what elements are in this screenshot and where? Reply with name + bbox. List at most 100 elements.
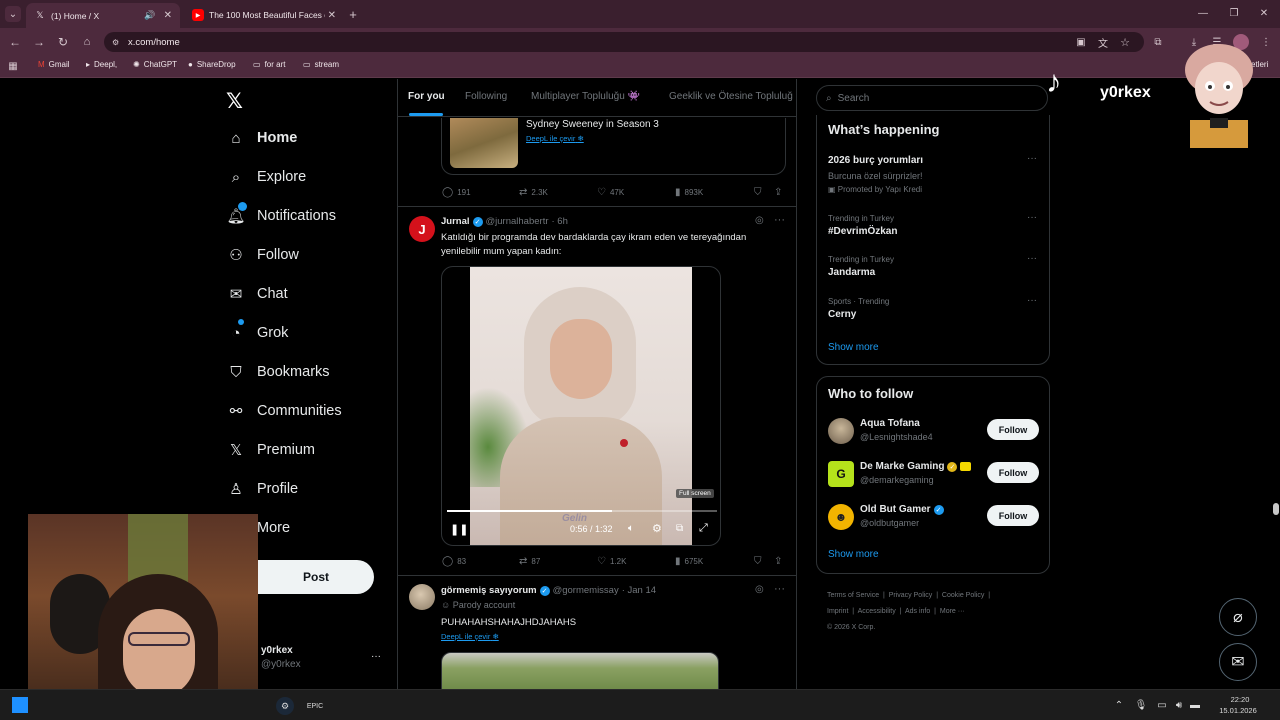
user-avatar[interactable] xyxy=(828,418,854,444)
page-scrollbar[interactable] xyxy=(1272,79,1280,689)
show-more-link[interactable]: Show more xyxy=(828,342,879,353)
footer-link[interactable]: Ads info xyxy=(905,608,930,615)
nav-chat[interactable]: ✉ Chat xyxy=(226,284,288,304)
new-tab-icon[interactable]: + xyxy=(346,6,360,22)
user-name[interactable]: Old But Gamer ✓ xyxy=(860,504,944,515)
bookmark-gmail[interactable]: M Gmail xyxy=(38,60,70,69)
post-time[interactable]: · Jan 14 xyxy=(622,585,656,596)
tab-x-home[interactable]: 𝕏 (1) Home / X 🔊 ✕ xyxy=(26,3,180,28)
tab-geeklik[interactable]: Geeklik ve Ötesine Topluluğ xyxy=(669,91,793,102)
nav-home[interactable]: ⌂ Home xyxy=(226,128,297,148)
views-button[interactable]: ▮ 675K xyxy=(675,556,703,567)
views-button[interactable]: ▮ 893K xyxy=(675,187,703,198)
reply-button[interactable]: ◯ 83 xyxy=(442,556,466,567)
pause-icon[interactable]: ❚❚ xyxy=(450,523,468,536)
volume-icon[interactable]: 🔈︎ xyxy=(628,523,634,534)
tab-following[interactable]: Following xyxy=(465,91,507,102)
trend-more-icon[interactable]: ··· xyxy=(1027,212,1037,223)
follow-button[interactable]: Follow xyxy=(987,419,1039,440)
minimize-icon[interactable]: — xyxy=(1196,6,1210,20)
footer-link[interactable]: Imprint xyxy=(827,608,848,615)
site-info-icon[interactable]: ⚙ xyxy=(112,38,119,47)
battery-icon[interactable]: ▬ xyxy=(1188,698,1202,712)
back-icon[interactable]: ← xyxy=(8,35,22,49)
translate-link[interactable]: DeepL ile çevir ❄ xyxy=(441,632,499,641)
like-button[interactable]: ♡ 1.2K xyxy=(597,556,626,567)
account-name[interactable]: y0rkex xyxy=(261,645,293,656)
like-button[interactable]: ♡ 47K xyxy=(597,187,624,198)
translate-link[interactable]: DeepL ile çevir ❄ xyxy=(526,134,584,143)
repost-button[interactable]: ⇄ 87 xyxy=(519,556,540,567)
video-player[interactable]: Gelin Full screen ❚❚ 0:56 / 1:32 🔈︎ ⚙ ⧉ … xyxy=(441,266,721,546)
address-input[interactable]: ⚙ x.com/home xyxy=(104,32,1144,52)
trend-more-icon[interactable]: ··· xyxy=(1027,253,1037,264)
video-progress-track[interactable] xyxy=(447,510,717,512)
post-author-handle[interactable]: @jurnalhabertr xyxy=(486,216,549,227)
nav-grok[interactable]: ◔ Grok xyxy=(226,319,288,343)
tab-for-you[interactable]: For you xyxy=(408,91,445,102)
post-time[interactable]: · 6h xyxy=(552,216,568,227)
show-more-link[interactable]: Show more xyxy=(828,549,879,560)
grok-fab-button[interactable]: ⌀ xyxy=(1219,598,1257,636)
bookmark-button[interactable]: ⛉ xyxy=(754,556,762,567)
bookmark-deepl[interactable]: ▸ Deepl, xyxy=(86,60,117,69)
forward-icon[interactable]: → xyxy=(32,35,46,49)
share-button[interactable]: ⇪ xyxy=(774,556,782,567)
grok-post-icon[interactable]: ◎ xyxy=(755,215,764,226)
grok-post-icon[interactable]: ◎ xyxy=(755,584,764,595)
tab-search-icon[interactable]: ⌄ xyxy=(5,6,21,22)
scrollbar-thumb[interactable] xyxy=(1273,503,1279,515)
network-icon[interactable]: ▭ xyxy=(1155,698,1169,712)
tab-multiplayer[interactable]: Multiplayer Topluluğu 👾 xyxy=(531,91,640,102)
post-button[interactable]: Post xyxy=(258,560,374,594)
apps-grid-icon[interactable]: ▦ xyxy=(7,60,19,72)
browser-menu-icon[interactable]: ⋮ xyxy=(1260,35,1272,49)
repost-button[interactable]: ⇄ 2.3K xyxy=(519,187,548,198)
steam-icon[interactable]: ⚙ xyxy=(276,697,294,715)
trend-more-icon[interactable]: ··· xyxy=(1027,295,1037,306)
footer-link[interactable]: Cookie Policy xyxy=(942,592,984,599)
picture-in-picture-icon[interactable]: ⧉ xyxy=(676,523,683,534)
follow-button[interactable]: Follow xyxy=(987,505,1039,526)
search-input[interactable]: ⌕ Search xyxy=(816,85,1048,111)
trend-title[interactable]: Cerny xyxy=(828,309,856,320)
close-tab-icon[interactable]: ✕ xyxy=(328,10,336,21)
taskbar-date[interactable]: 15.01.2026 xyxy=(1208,705,1268,716)
tab-youtube[interactable]: ▶ The 100 Most Beautiful Faces o ✕ xyxy=(184,4,344,26)
home-icon[interactable]: ⌂ xyxy=(80,35,94,49)
trend-title[interactable]: 2026 burç yorumları xyxy=(828,155,923,166)
cast-icon[interactable]: ▣ xyxy=(1074,35,1088,49)
quoted-post-card[interactable]: Sydney Sweeney in Season 3 DeepL ile çev… xyxy=(441,118,786,175)
share-button[interactable]: ⇪ xyxy=(774,187,782,198)
microphone-icon[interactable]: 🎙︎ xyxy=(1134,698,1148,712)
bookmark-chatgpt[interactable]: ✺ ChatGPT xyxy=(133,60,177,69)
audio-icon[interactable]: 🔊 xyxy=(144,10,155,21)
post-avatar[interactable]: J xyxy=(409,216,435,242)
bookmark-folder-stream[interactable]: ▭ stream xyxy=(303,60,339,69)
bookmark-star-icon[interactable]: ☆ xyxy=(1118,35,1132,49)
taskbar-time[interactable]: 22:20 xyxy=(1218,694,1262,705)
reply-button[interactable]: ◯ 191 xyxy=(442,187,471,198)
restore-icon[interactable]: ❐ xyxy=(1227,6,1241,20)
app-icon[interactable]: EPIC xyxy=(306,697,324,715)
trend-more-icon[interactable]: ··· xyxy=(1027,153,1037,164)
post-author-name[interactable]: görmemiş sayıyorum xyxy=(441,585,537,596)
user-name[interactable]: Aqua Tofana xyxy=(860,418,920,429)
nav-communities[interactable]: ⚯ Communities xyxy=(226,401,342,421)
post-avatar[interactable] xyxy=(409,584,435,610)
nav-premium[interactable]: 𝕏 Premium xyxy=(226,440,315,460)
x-logo-icon[interactable]: 𝕏 xyxy=(226,89,243,114)
footer-link[interactable]: More ··· xyxy=(940,608,965,615)
bookmark-button[interactable]: ⛉ xyxy=(754,187,762,198)
post-more-icon[interactable]: ··· xyxy=(774,583,785,595)
translate-icon[interactable]: 文 xyxy=(1096,35,1110,50)
bookmark-sharedrop[interactable]: ● ShareDrop xyxy=(188,60,236,69)
footer-link[interactable]: Accessibility xyxy=(858,608,896,615)
reload-icon[interactable]: ↻ xyxy=(56,35,70,49)
nav-explore[interactable]: ⌕ Explore xyxy=(226,167,306,187)
account-more-icon[interactable]: ··· xyxy=(371,651,381,662)
nav-notifications[interactable]: 🔔︎ Notifications xyxy=(226,202,336,226)
post-author-name[interactable]: Jurnal xyxy=(441,216,470,227)
user-name[interactable]: De Marke Gaming ✓ xyxy=(860,461,972,472)
messages-fab-button[interactable]: ✉ xyxy=(1219,643,1257,681)
